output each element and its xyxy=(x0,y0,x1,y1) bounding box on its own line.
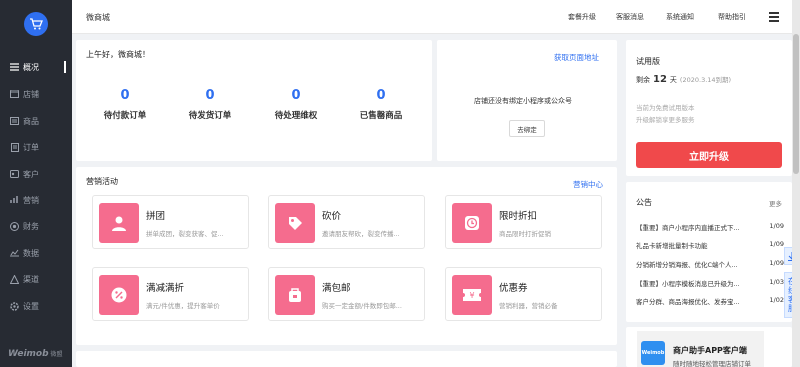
activity-group-buy[interactable]: 拼团 拼单成团，裂变获客、促... xyxy=(92,195,249,249)
announcement-item[interactable]: 【重要】小程序模板消息已升级为... 1/03 xyxy=(636,278,784,292)
activity-bargain[interactable]: 砍价 邀请朋友帮砍，裂变传播... xyxy=(268,195,425,249)
announcement-item[interactable]: 分销新增分销海报、优化C端个人... 1/09 xyxy=(636,259,784,273)
marketing-card: 营销活动 营销中心 拼团 拼单成团，裂变获客、促... 砍价 邀请朋友帮砍，裂变… xyxy=(76,167,617,345)
sidebar-item-label: 数据 xyxy=(23,248,39,258)
data-icon xyxy=(10,249,19,258)
sidebar: 概况 店铺 商品 订单 客户 营销 财务 数据 渠道 设置 Weimob 微盟 xyxy=(0,0,72,367)
get-page-url-link[interactable]: 获取页面地址 xyxy=(554,52,599,63)
scrollbar-thumb[interactable] xyxy=(793,34,799,174)
page-title: 微商城 xyxy=(86,13,110,22)
bind-card: 获取页面地址 店铺还没有绑定小程序或公众号 去绑定 xyxy=(437,40,617,161)
lower-card xyxy=(76,351,617,367)
sidebar-item-store[interactable]: 店铺 xyxy=(0,84,72,104)
app-logo: Weimob xyxy=(641,341,665,365)
stat-sold-out[interactable]: 0 已售罄商品 xyxy=(341,88,421,121)
sidebar-item-label: 营销 xyxy=(23,195,39,205)
channel-icon xyxy=(10,274,19,284)
sidebar-item-label: 设置 xyxy=(23,301,39,311)
clock-icon xyxy=(452,203,492,243)
store-icon xyxy=(10,90,19,99)
sidebar-item-label: 订单 xyxy=(23,142,39,152)
sidebar-item-label: 财务 xyxy=(23,221,39,231)
trial-note-1: 当前为免费试用版本 xyxy=(636,104,695,112)
sidebar-item-channel[interactable]: 渠道 xyxy=(0,269,72,289)
marketing-center-link[interactable]: 营销中心 xyxy=(573,179,603,190)
announcement-title: 公告 xyxy=(636,198,652,207)
marketing-title: 营销活动 xyxy=(86,177,118,186)
trial-remaining: 剩余 12 天 (2020.3.14到期) xyxy=(636,74,732,85)
package-icon xyxy=(275,275,315,315)
sidebar-item-settings[interactable]: 设置 xyxy=(0,296,72,316)
order-icon xyxy=(10,142,19,152)
upgrade-button[interactable]: 立即升级 xyxy=(636,142,782,168)
svg-text:¥: ¥ xyxy=(469,291,474,300)
logo[interactable] xyxy=(24,12,48,36)
list-icon xyxy=(10,63,19,72)
app-promo[interactable]: Weimob 商户助手APP客户端 随时随地轻松管理店铺订单 xyxy=(637,331,764,367)
app-desc: 随时随地轻松管理店铺订单 xyxy=(673,360,751,367)
cart-icon xyxy=(30,18,43,30)
stat-pending-shipment[interactable]: 0 待发货订单 xyxy=(170,88,250,121)
customer-icon xyxy=(10,170,19,179)
bargain-icon xyxy=(275,203,315,243)
activity-coupon[interactable]: ¥ 优惠券 营销利器，营销必备 xyxy=(445,267,602,321)
app-name: 商户助手APP客户端 xyxy=(673,346,747,355)
sidebar-item-finance[interactable]: 财务 xyxy=(0,216,72,236)
greeting: 上午好，微商城！ xyxy=(86,50,150,59)
sidebar-item-label: 客户 xyxy=(23,169,39,179)
activity-flash-discount[interactable]: 限时折扣 商品限时打折促销 xyxy=(445,195,602,249)
trial-note-2: 升级解锁享更多服务 xyxy=(636,116,695,124)
finance-icon xyxy=(10,221,19,231)
bind-button[interactable]: 去绑定 xyxy=(509,120,545,137)
sidebar-item-label: 渠道 xyxy=(23,274,39,284)
discount-icon xyxy=(99,275,139,315)
sidebar-item-marketing[interactable]: 营销 xyxy=(0,190,72,210)
activity-free-shipping[interactable]: 满包邮 购买一定金额/件数即包邮... xyxy=(268,267,425,321)
announcement-item[interactable]: 客户分群、商品海报优化、发券宝... 1/02 xyxy=(636,296,784,310)
settings-icon xyxy=(10,301,19,311)
overview-card: 上午好，微商城！ 0 待付款订单 0 待发货订单 0 待处理维权 0 已售罄商品 xyxy=(76,40,432,161)
sidebar-item-goods[interactable]: 商品 xyxy=(0,111,72,131)
sidebar-item-label: 商品 xyxy=(23,116,39,126)
trial-card: 试用版 剩余 12 天 (2020.3.14到期) 当前为免费试用版本 升级解锁享更多… xyxy=(626,40,792,176)
sidebar-item-data[interactable]: 数据 xyxy=(0,243,72,263)
sidebar-item-label: 店铺 xyxy=(23,89,39,99)
announcement-item[interactable]: 礼品卡新增批量制卡功能 1/09 xyxy=(636,240,784,254)
announcement-more-link[interactable]: 更多 xyxy=(769,198,782,208)
trial-title: 试用版 xyxy=(636,57,660,66)
activity-full-reduction[interactable]: 满减满折 满元/件优惠，提升客单价 xyxy=(92,267,249,321)
bind-message: 店铺还没有绑定小程序或公众号 xyxy=(474,97,572,105)
coupon-icon: ¥ xyxy=(452,275,492,315)
sidebar-item-orders[interactable]: 订单 xyxy=(0,137,72,157)
stat-pending-rights[interactable]: 0 待处理维权 xyxy=(256,88,336,121)
help-guide-link[interactable]: 帮助指引 xyxy=(718,12,746,22)
goods-icon xyxy=(10,117,19,126)
group-buy-icon xyxy=(99,203,139,243)
announcement-item[interactable]: 【重要】商户小程序内直播正式下... 1/09 xyxy=(636,222,784,236)
sidebar-item-customers[interactable]: 客户 xyxy=(0,164,72,184)
package-upgrade-link[interactable]: 套餐升级 xyxy=(568,12,596,22)
system-notice-link[interactable]: 系统通知 xyxy=(666,12,694,22)
menu-icon[interactable] xyxy=(769,12,779,22)
brand-logo: Weimob 微盟 xyxy=(8,349,63,359)
marketing-icon xyxy=(10,196,19,205)
service-messages-link[interactable]: 客服消息 xyxy=(616,12,644,22)
scrollbar[interactable] xyxy=(792,0,800,367)
top-header: 微商城 套餐升级 客服消息 系统通知 帮助指引 xyxy=(72,0,792,34)
sidebar-item-overview[interactable]: 概况 xyxy=(0,57,72,77)
announcement-card: 公告 更多 【重要】商户小程序内直播正式下... 1/09 礼品卡新增批量制卡功能… xyxy=(626,182,792,322)
sidebar-item-label: 概况 xyxy=(23,62,39,72)
stat-pending-payment[interactable]: 0 待付款订单 xyxy=(85,88,165,121)
